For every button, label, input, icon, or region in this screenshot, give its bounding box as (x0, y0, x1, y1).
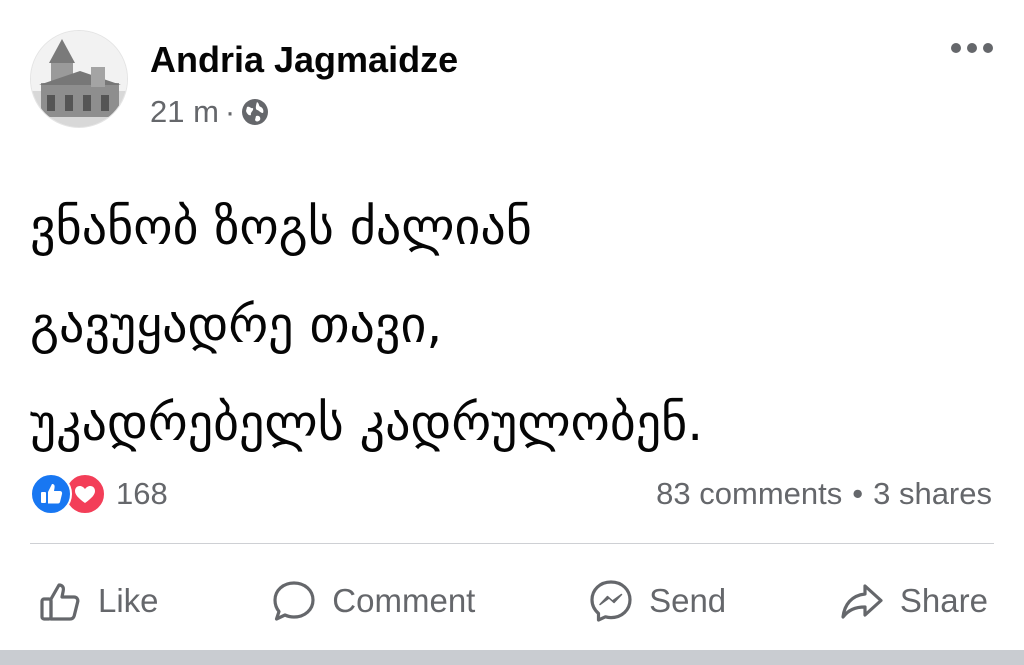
like-reaction-icon (30, 473, 72, 515)
author-name[interactable]: Andria Jagmaidze (150, 38, 458, 82)
post-time[interactable]: 21 m (150, 94, 219, 130)
comment-button[interactable]: Comment (254, 570, 491, 632)
like-button[interactable]: Like (20, 570, 175, 632)
like-label: Like (98, 582, 159, 619)
comments-count-link[interactable]: 83 comments (656, 476, 842, 512)
share-button[interactable]: Share (822, 570, 1004, 632)
post-text-line: გავუყადრე თავი, (30, 296, 443, 354)
reactions-summary[interactable]: 168 (30, 473, 168, 515)
author-avatar[interactable] (30, 30, 128, 128)
comment-bubble-icon (273, 581, 315, 621)
send-button[interactable]: Send (571, 570, 742, 632)
engagement-separator: • (852, 476, 864, 511)
divider (30, 543, 994, 544)
share-label: Share (899, 582, 988, 619)
globe-icon (242, 99, 269, 125)
more-horizontal-icon (951, 43, 993, 53)
engagement-summary: 83 comments • 3 shares (656, 474, 992, 514)
action-bar: Like Comment Send Share (20, 570, 1004, 632)
thumbs-up-icon (40, 583, 80, 621)
post-card: Andria Jagmaidze 21 m · ვნანობ ზოგს ძალი… (0, 0, 1024, 650)
send-label: Send (649, 582, 727, 619)
post-meta: 21 m · (150, 92, 269, 132)
church-photo-icon (31, 31, 127, 127)
share-arrow-icon (841, 584, 883, 619)
meta-separator: · (224, 94, 236, 129)
post-text-line: უკადრებელს კადრულობენ. (30, 394, 704, 452)
post-text-line: ვნანობ ზოგს ძალიან (30, 198, 532, 256)
feed-separator (0, 650, 1024, 665)
more-options-button[interactable] (942, 30, 1002, 66)
comment-label: Comment (332, 582, 476, 619)
messenger-icon (590, 580, 632, 622)
reaction-count: 168 (116, 476, 168, 511)
shares-count-link[interactable]: 3 shares (873, 476, 992, 512)
post-text: ვნანობ ზოგს ძალიან გავუყადრე თავი, უკადრ… (30, 178, 990, 472)
